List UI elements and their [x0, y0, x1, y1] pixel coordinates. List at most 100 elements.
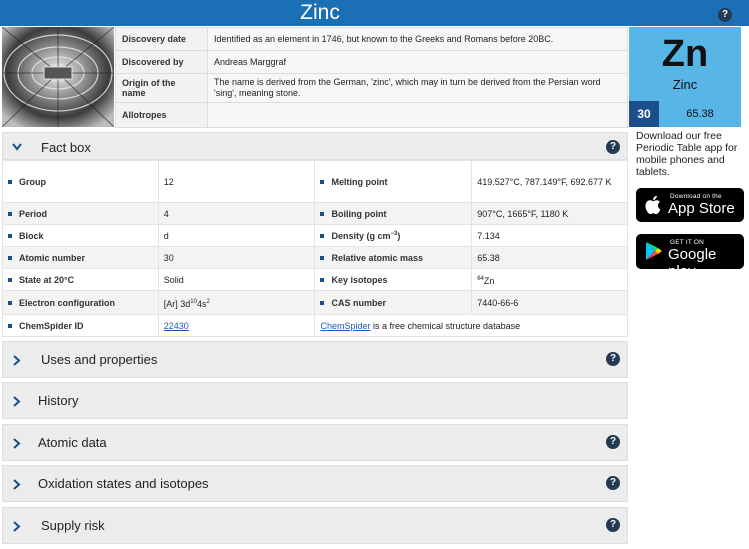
chevron-right-icon — [13, 438, 21, 449]
info-row: Discovery date Identified as an element … — [115, 27, 628, 51]
fact-label-text: State at 20°C — [19, 274, 75, 285]
section-title: Oxidation states and isotopes — [38, 476, 209, 491]
fact-value: 12 — [157, 160, 316, 203]
help-icon[interactable]: ? — [606, 435, 620, 449]
config-exponent: 2 — [206, 298, 210, 305]
chevron-right-icon — [13, 521, 21, 532]
chevron-right-icon — [13, 396, 21, 407]
help-icon[interactable]: ? — [606, 476, 620, 490]
help-icon[interactable]: ? — [606, 518, 620, 532]
google-play-icon — [646, 242, 662, 260]
apple-icon — [645, 195, 661, 215]
fact-label: ChemSpider ID — [2, 314, 159, 337]
bullet-icon — [320, 301, 325, 306]
fact-label: Period — [2, 202, 159, 225]
fact-label-tail: ) — [397, 230, 401, 241]
download-text: Download our free Periodic Table app for… — [636, 130, 738, 178]
section-uses-and-properties[interactable]: Uses and properties ? — [2, 341, 628, 378]
fact-label: Melting point — [314, 160, 473, 203]
fact-label-text: Block — [19, 230, 44, 241]
fact-value: 4 — [157, 202, 316, 225]
section-title: History — [38, 393, 79, 408]
bullet-icon — [320, 278, 325, 283]
fact-value: Solid — [157, 268, 316, 291]
info-value: Andreas Marggraf — [207, 50, 628, 74]
table-row: Electron configuration [Ar] 3d104s2 CAS … — [2, 290, 628, 315]
app-store-small-text: Download on the — [670, 193, 722, 200]
google-play-big-text: Google play — [668, 246, 717, 280]
config-part: 4s — [196, 298, 207, 309]
table-row: Atomic number 30 Relative atomic mass 65… — [2, 246, 628, 269]
chemspider-note: ChemSpider is a free chemical structure … — [314, 314, 628, 337]
fact-value: 30 — [157, 246, 316, 269]
config-part: [Ar] 3d — [163, 298, 191, 309]
page-title: Zinc — [300, 1, 340, 24]
chevron-right-icon — [13, 479, 21, 490]
info-value: Identified as an element in 1746, but kn… — [207, 27, 628, 51]
fact-label: Block — [2, 224, 159, 247]
fact-label: Group — [2, 160, 159, 203]
info-row: Origin of the name The name is derived f… — [115, 73, 628, 103]
fact-label-text: Electron configuration — [19, 297, 116, 308]
bullet-icon — [8, 180, 12, 185]
table-row: State at 20°C Solid Key isotopes 64Zn — [2, 268, 628, 291]
fact-label: State at 20°C — [2, 268, 159, 291]
app-store-big-text: App Store — [668, 200, 735, 217]
fact-value: 64Zn — [471, 268, 628, 291]
fact-value: 907°C, 1665°F, 1180 K — [471, 202, 628, 225]
fact-value: [Ar] 3d104s2 — [157, 290, 316, 315]
section-oxidation-states-and-isotopes[interactable]: Oxidation states and isotopes ? — [2, 465, 628, 502]
fact-label-text: Relative atomic mass — [331, 252, 424, 263]
fact-label-text: Melting point — [331, 176, 388, 187]
google-play-small-text: GET IT ON — [670, 239, 705, 246]
fact-label: Key isotopes — [314, 268, 473, 291]
chemspider-link[interactable]: ChemSpider — [320, 321, 370, 331]
table-row: ChemSpider ID 22430 ChemSpider is a free… — [2, 314, 628, 337]
fact-label: Boiling point — [314, 202, 473, 225]
element-image — [2, 27, 114, 127]
section-atomic-data[interactable]: Atomic data ? — [2, 424, 628, 461]
fact-label: Electron configuration — [2, 290, 159, 315]
info-value — [207, 102, 628, 128]
fact-value: 7.134 — [471, 224, 628, 247]
google-play-button[interactable]: GET IT ON Google play — [636, 234, 744, 280]
fact-value: 65.38 — [471, 246, 628, 269]
bullet-icon — [8, 212, 12, 217]
element-symbol: Zn — [661, 33, 709, 75]
fact-label-text: Period — [19, 208, 48, 219]
info-value: The name is derived from the German, 'zi… — [207, 73, 628, 103]
fact-value: 7440-66-6 — [471, 290, 628, 315]
fact-label-text: Boiling point — [331, 208, 387, 219]
fact-label-text: ChemSpider ID — [19, 320, 84, 331]
fact-value: d — [157, 224, 316, 247]
bullet-icon — [8, 278, 12, 283]
table-row: Group 12 Melting point 419.527°C, 787.14… — [2, 160, 628, 203]
fact-label: Relative atomic mass — [314, 246, 473, 269]
info-row: Discovered by Andreas Marggraf — [115, 50, 628, 74]
bullet-icon — [320, 234, 325, 239]
fact-label-text: Density (g cm — [331, 230, 391, 241]
section-title: Uses and properties — [41, 352, 158, 367]
info-label: Allotropes — [115, 102, 208, 128]
info-label: Discovery date — [115, 27, 208, 51]
fact-label-text: CAS number — [331, 297, 386, 308]
section-supply-risk[interactable]: Supply risk ? — [2, 507, 628, 544]
bullet-icon — [8, 324, 12, 329]
help-icon[interactable]: ? — [606, 352, 620, 366]
section-title: Atomic data — [38, 435, 107, 450]
info-row: Allotropes — [115, 102, 628, 128]
chevron-down-icon — [12, 143, 22, 151]
bullet-icon — [320, 180, 325, 185]
bullet-icon — [320, 256, 325, 261]
element-tile: Zn Zinc 30 65.38 — [629, 27, 741, 127]
app-store-button[interactable]: Download on the App Store — [636, 188, 744, 222]
section-history[interactable]: History — [2, 382, 628, 419]
fact-box-header[interactable]: Fact box ? — [2, 132, 628, 160]
info-table: Discovery date Identified as an element … — [115, 27, 628, 128]
chemspider-id-link[interactable]: 22430 — [164, 321, 189, 331]
help-icon[interactable]: ? — [606, 140, 620, 154]
fact-label: Density (g cm−3) — [314, 224, 473, 247]
fact-label-text: Key isotopes — [331, 274, 388, 285]
fact-box-title: Fact box — [41, 140, 91, 155]
help-icon[interactable]: ? — [718, 8, 732, 22]
